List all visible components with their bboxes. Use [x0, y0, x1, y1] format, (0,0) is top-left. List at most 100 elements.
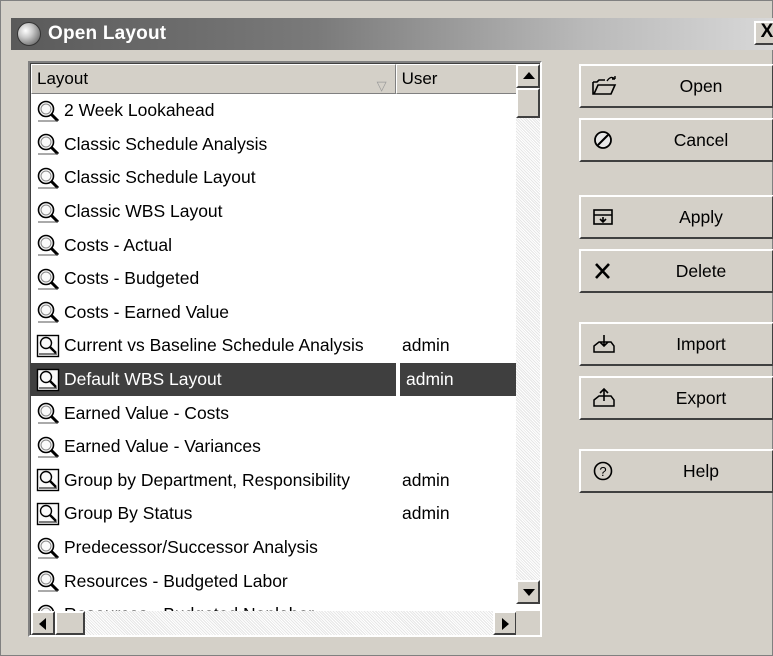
magnifier-icon	[37, 167, 60, 190]
layout-name-cell: Earned Value - Variances	[31, 430, 396, 464]
help-button-label: Help	[683, 461, 719, 481]
layout-row[interactable]: Predecessor/Successor Analysis	[31, 531, 540, 565]
magnifier-icon	[37, 268, 60, 290]
title-bar[interactable]: Open Layout X	[11, 18, 773, 50]
open-folder-icon	[592, 76, 617, 95]
user-layout-icon	[36, 368, 60, 391]
layout-name: Earned Value - Costs	[64, 402, 230, 423]
scroll-up-button[interactable]	[516, 64, 540, 88]
layout-name-cell: Group By Status	[31, 497, 396, 531]
svg-text:?: ?	[599, 464, 606, 479]
horizontal-scrollbar[interactable]	[31, 611, 517, 635]
layout-name: Predecessor/Successor Analysis	[64, 537, 318, 558]
import-icon	[593, 335, 615, 353]
layout-name: 2 Week Lookahead	[64, 100, 215, 121]
layout-list[interactable]: Layout ▽ User 2 Week Lookahead Classic Sc…	[28, 61, 542, 637]
layout-name-cell: Classic Schedule Analysis	[31, 128, 396, 162]
layout-row[interactable]: Classic WBS Layout	[31, 195, 540, 229]
layout-name: Group by Department, Responsibility	[64, 469, 350, 490]
open-button-label: Open	[679, 76, 723, 96]
apply-icon	[593, 209, 613, 225]
magnifier-icon	[37, 537, 60, 559]
layout-name-cell: Current vs Baseline Schedule Analysis	[31, 329, 396, 363]
delete-x-icon	[595, 263, 610, 279]
magnifier-icon	[37, 570, 60, 593]
window-title: Open Layout	[48, 23, 167, 44]
list-rows: 2 Week Lookahead Classic Schedule Analysi…	[31, 94, 540, 632]
import-button-label: Import	[676, 334, 726, 354]
vertical-scrollbar[interactable]	[516, 64, 540, 604]
user-layout-icon	[36, 502, 60, 526]
cancel-button-label: Cancel	[673, 130, 729, 150]
column-header-user-label: User	[401, 69, 438, 88]
magnifier-icon	[37, 402, 60, 425]
layout-name: Earned Value - Variances	[64, 436, 261, 457]
layout-name: Costs - Earned Value	[64, 301, 230, 322]
close-button[interactable]: X	[754, 21, 773, 45]
layout-row[interactable]: Costs - Actual	[31, 228, 540, 262]
layout-name-cell: Classic Schedule Layout	[31, 161, 396, 195]
vertical-scroll-thumb[interactable]	[516, 88, 540, 118]
apply-button[interactable]: Apply	[579, 195, 773, 239]
layout-name: Group By Status	[64, 503, 193, 524]
export-button[interactable]: Export	[579, 376, 773, 420]
layout-row[interactable]: Group By Status admin	[31, 497, 540, 531]
column-header-layout[interactable]: Layout ▽	[31, 64, 396, 94]
magnifier-icon	[37, 134, 60, 156]
help-icon: ?	[593, 461, 613, 481]
layout-name: Costs - Budgeted	[64, 268, 200, 289]
layout-name: Classic Schedule Analysis	[64, 133, 268, 154]
layout-name-cell: 2 Week Lookahead	[31, 94, 396, 128]
layout-name-cell: Group by Department, Responsibility	[31, 464, 396, 498]
layout-row[interactable]: Classic Schedule Layout	[31, 161, 540, 195]
horizontal-scroll-thumb[interactable]	[55, 611, 85, 635]
layout-row[interactable]: Default WBS Layout admin	[31, 362, 540, 397]
magnifier-icon	[37, 302, 60, 324]
layout-name-cell: Costs - Budgeted	[31, 262, 396, 296]
layout-name-cell: Predecessor/Successor Analysis	[31, 531, 396, 565]
app-globe-icon	[17, 22, 41, 46]
arrow-down-icon	[523, 589, 535, 596]
layout-row[interactable]: Resources - Budgeted Labor	[31, 564, 540, 598]
layout-row[interactable]: Classic Schedule Analysis	[31, 128, 540, 162]
help-button[interactable]: ? Help	[579, 449, 773, 493]
layout-row[interactable]: Earned Value - Variances	[31, 430, 540, 464]
layout-row[interactable]: Earned Value - Costs	[31, 396, 540, 430]
export-icon	[593, 387, 615, 407]
cancel-icon	[594, 131, 612, 149]
layout-row[interactable]: 2 Week Lookahead	[31, 94, 540, 128]
layout-name: Default WBS Layout	[64, 369, 222, 390]
export-button-label: Export	[675, 388, 727, 408]
scrollbar-corner	[516, 611, 540, 635]
import-button[interactable]: Import	[579, 322, 773, 366]
magnifier-icon	[37, 201, 60, 223]
layout-name-cell: Default WBS Layout	[31, 362, 396, 397]
layout-row[interactable]: Costs - Budgeted	[31, 262, 540, 296]
layout-name-cell: Costs - Actual	[31, 228, 396, 262]
layout-row[interactable]: Current vs Baseline Schedule Analysis adm…	[31, 329, 540, 363]
layout-row[interactable]: Costs - Earned Value	[31, 296, 540, 330]
layout-name-cell: Resources - Budgeted Labor	[31, 564, 396, 598]
layout-row[interactable]: Group by Department, Responsibility admin	[31, 464, 540, 498]
layout-name: Classic Schedule Layout	[64, 167, 256, 188]
column-header-layout-label: Layout	[37, 69, 89, 88]
layout-name-cell: Earned Value - Costs	[31, 396, 396, 430]
magnifier-icon	[37, 234, 60, 257]
delete-button-label: Delete	[675, 261, 727, 281]
scroll-down-button[interactable]	[516, 580, 540, 604]
scroll-left-button[interactable]	[31, 611, 55, 635]
user-layout-icon	[36, 469, 60, 492]
magnifier-icon	[37, 100, 60, 122]
open-layout-dialog: Open Layout X Layout ▽ User 2 Week Looka…	[0, 0, 773, 656]
apply-button-label: Apply	[679, 207, 723, 227]
layout-name-cell: Costs - Earned Value	[31, 296, 396, 330]
cancel-button[interactable]: Cancel	[579, 118, 773, 162]
list-header: Layout ▽ User	[31, 64, 540, 94]
delete-button[interactable]: Delete	[579, 249, 773, 293]
layout-name: Classic WBS Layout	[64, 201, 223, 222]
open-button[interactable]: Open	[579, 64, 773, 108]
layout-name: Costs - Actual	[64, 234, 172, 255]
layout-name: Resources - Budgeted Labor	[64, 570, 288, 591]
scroll-right-button[interactable]	[493, 611, 517, 635]
arrow-up-icon	[523, 72, 535, 79]
